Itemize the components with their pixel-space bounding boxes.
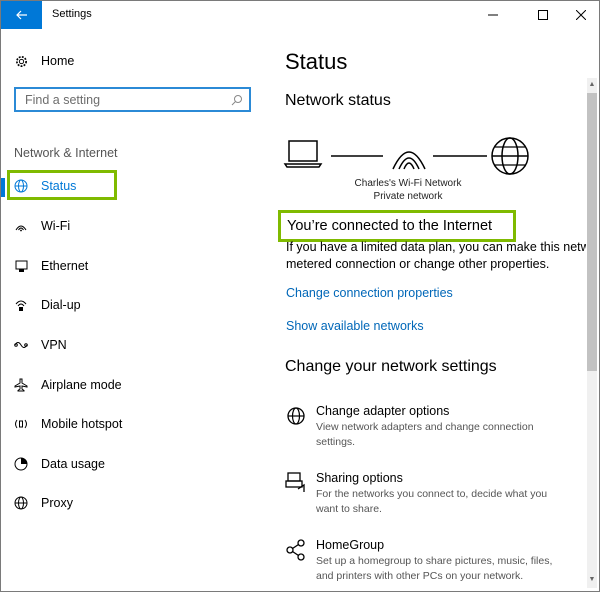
title-bar: Settings: [1, 1, 599, 29]
network-status-heading: Network status: [285, 92, 391, 109]
sidebar-item-label: Wi-Fi: [41, 219, 71, 233]
highlight-box-status: [7, 170, 117, 200]
search-input[interactable]: Find a setting: [25, 93, 231, 107]
info-text-line1: If you have a limited data plan, you can…: [286, 240, 586, 254]
sidebar-item-airplane-mode[interactable]: Airplane mode: [13, 374, 122, 396]
window-title: Settings: [52, 8, 92, 20]
gear-icon: [13, 53, 29, 69]
wifi-icon: [392, 151, 426, 170]
sharing-icon: [285, 472, 305, 492]
option-title: HomeGroup: [316, 538, 385, 552]
close-icon: [576, 10, 586, 20]
sidebar-item-label: Ethernet: [41, 259, 89, 273]
search-icon: [231, 94, 242, 105]
sidebar-item-label: Mobile hotspot: [41, 417, 123, 431]
scrollbar-thumb[interactable]: [587, 93, 597, 371]
sidebar-item-label: Data usage: [41, 457, 105, 471]
globe-icon: [13, 495, 29, 511]
sidebar-item-label: Dial-up: [41, 298, 81, 312]
sidebar-item-dialup[interactable]: Dial-up: [13, 294, 81, 316]
adapter-icon: [287, 407, 305, 425]
data-usage-icon: [13, 456, 29, 472]
option-desc-line1: For the networks you connect to, decide …: [316, 488, 548, 500]
scroll-down-arrow-icon[interactable]: ▼: [587, 574, 597, 586]
maximize-icon: [538, 10, 548, 20]
minimize-icon: [488, 14, 498, 16]
vpn-icon: [13, 337, 29, 353]
sidebar-item-ethernet[interactable]: Ethernet: [13, 255, 88, 277]
laptop-icon: [283, 140, 323, 168]
dialup-icon: [13, 297, 29, 313]
option-desc-line2: and printers with other PCs on your netw…: [316, 570, 524, 582]
hotspot-icon: [13, 416, 29, 432]
network-type: Private network: [373, 191, 443, 202]
show-available-networks-link[interactable]: Show available networks: [286, 319, 424, 333]
option-desc-line2: settings.: [316, 436, 356, 448]
back-arrow-icon: [15, 10, 27, 20]
option-title: Change adapter options: [316, 404, 450, 418]
sidebar-item-proxy[interactable]: Proxy: [13, 492, 73, 514]
maximize-button[interactable]: [523, 1, 563, 29]
close-button[interactable]: [561, 1, 599, 29]
sidebar-item-label: VPN: [41, 338, 67, 352]
back-button[interactable]: [1, 1, 42, 29]
ethernet-icon: [13, 258, 29, 274]
option-title: Sharing options: [316, 471, 403, 485]
section-label: Network & Internet: [14, 146, 118, 160]
active-indicator: [1, 178, 5, 197]
scroll-up-arrow-icon[interactable]: ▲: [587, 79, 597, 91]
wifi-icon: [13, 218, 29, 234]
page-title: Status: [285, 49, 348, 74]
network-diagram: [283, 137, 529, 175]
change-network-settings-heading: Change your network settings: [285, 358, 497, 375]
sidebar-item-vpn[interactable]: VPN: [13, 334, 67, 356]
network-name: Charles's Wi-Fi Network: [354, 178, 462, 189]
minimize-button[interactable]: [473, 1, 513, 29]
option-desc-line1: Set up a homegroup to share pictures, mu…: [316, 555, 553, 567]
change-connection-properties-link[interactable]: Change connection properties: [286, 286, 453, 300]
sidebar-item-data-usage[interactable]: Data usage: [13, 453, 105, 475]
airplane-icon: [13, 377, 29, 393]
globe-icon: [491, 137, 529, 175]
info-text-line2: metered connection or change other prope…: [286, 257, 550, 271]
sidebar-item-label: Airplane mode: [41, 378, 122, 392]
sidebar-item-mobile-hotspot[interactable]: Mobile hotspot: [13, 413, 122, 435]
search-box[interactable]: Find a setting: [14, 87, 251, 112]
sidebar-home-label: Home: [41, 54, 75, 68]
sidebar-item-wifi[interactable]: Wi-Fi: [13, 215, 70, 237]
settings-window: Settings Home Find a setting Network & I…: [0, 0, 600, 592]
homegroup-icon: [286, 539, 305, 561]
option-desc-line2: want to share.: [316, 503, 382, 515]
sidebar-item-label: Proxy: [41, 496, 73, 510]
sidebar-home[interactable]: Home: [13, 50, 74, 72]
option-desc-line1: View network adapters and change connect…: [316, 421, 534, 433]
